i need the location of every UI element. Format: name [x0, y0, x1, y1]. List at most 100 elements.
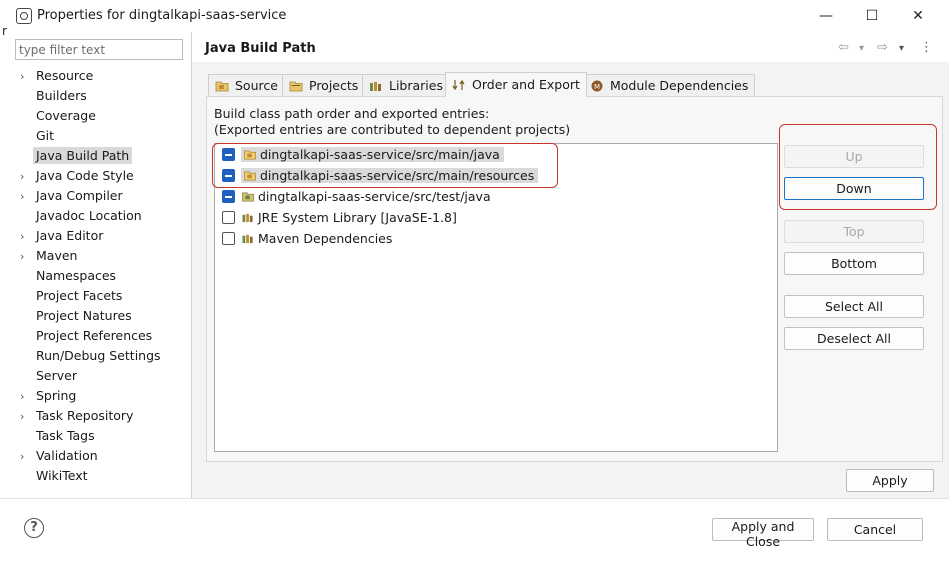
sidebar-item[interactable]: Project References — [20, 326, 180, 346]
entry-label: JRE System Library [JavaSE-1.8] — [258, 210, 457, 225]
cancel-button[interactable]: Cancel — [827, 518, 923, 541]
help-icon[interactable]: ? — [24, 518, 44, 538]
sidebar-item-label: Run/Debug Settings — [36, 348, 161, 363]
tab-module-dependencies[interactable]: M Module Dependencies — [583, 74, 756, 97]
view-menu-icon[interactable]: ⋮ — [920, 40, 933, 55]
down-button[interactable]: Down — [784, 177, 924, 200]
sidebar-item-label: Java Editor — [36, 228, 104, 243]
sidebar-item-label: Validation — [36, 448, 98, 463]
sidebar-item[interactable]: › Maven — [20, 246, 180, 266]
sidebar-item-label: Spring — [36, 388, 77, 403]
sidebar-item[interactable]: Project Natures — [20, 306, 180, 326]
export-checkbox[interactable] — [222, 190, 235, 203]
sidebar-item[interactable]: › Spring — [20, 386, 180, 406]
sidebar-item-label: Task Tags — [36, 428, 95, 443]
sidebar-item[interactable]: Project Facets — [20, 286, 180, 306]
source-folder-icon — [215, 81, 229, 92]
tab-order-and-export[interactable]: Order and Export — [445, 72, 587, 97]
projects-icon — [289, 81, 303, 92]
library-icon — [242, 234, 253, 244]
chevron-right-icon[interactable]: › — [20, 447, 36, 467]
tab-source[interactable]: Source — [208, 74, 285, 97]
deselect-all-button[interactable]: Deselect All — [784, 327, 924, 350]
tab-projects[interactable]: Projects — [282, 74, 366, 97]
entry-label-wrap: JRE System Library [JavaSE-1.8] — [241, 210, 457, 225]
sidebar-item-label: Server — [36, 368, 77, 383]
sidebar-item[interactable]: › Java Editor — [20, 226, 180, 246]
sidebar-item[interactable]: Coverage — [20, 106, 180, 126]
sidebar-item[interactable]: Task Tags — [20, 426, 180, 446]
annotation-highlight-entries — [212, 143, 558, 188]
sidebar-item[interactable]: WikiText — [20, 466, 180, 486]
sidebar-item[interactable]: › Java Compiler — [20, 186, 180, 206]
apply-and-close-button[interactable]: Apply and Close — [712, 518, 814, 549]
entry-label: dingtalkapi-saas-service/src/test/java — [258, 189, 491, 204]
close-window-button[interactable]: ✕ — [895, 0, 941, 32]
classpath-entry-row[interactable]: JRE System Library [JavaSE-1.8] — [222, 208, 457, 228]
select-all-button[interactable]: Select All — [784, 295, 924, 318]
sidebar-item[interactable]: Server — [20, 366, 180, 386]
library-icon — [242, 213, 253, 223]
sidebar-item[interactable]: Git — [20, 126, 180, 146]
chevron-right-icon[interactable]: › — [20, 227, 36, 247]
sidebar-item-label: Namespaces — [36, 268, 117, 283]
chevron-right-icon[interactable]: › — [20, 67, 36, 87]
sidebar-item[interactable]: Namespaces — [20, 266, 180, 286]
chevron-right-icon[interactable]: › — [20, 187, 36, 207]
sidebar-item-label: Git — [36, 128, 55, 143]
sidebar-item-label: Javadoc Location — [36, 208, 142, 223]
footer-divider — [0, 498, 949, 499]
sidebar-item-label: Project References — [36, 328, 153, 343]
maximize-icon: ☐ — [865, 8, 879, 24]
tab-label: Module Dependencies — [610, 78, 749, 93]
sidebar-item-label: Coverage — [36, 108, 96, 123]
entry-label: Maven Dependencies — [258, 231, 393, 246]
classpath-entry-row[interactable]: dingtalkapi-saas-service/src/test/java — [222, 187, 491, 207]
classpath-entry-row[interactable]: Maven Dependencies — [222, 229, 392, 249]
chevron-right-icon[interactable]: › — [20, 167, 36, 187]
up-button[interactable]: Up — [784, 145, 924, 168]
sidebar-item[interactable]: Builders — [20, 86, 180, 106]
sidebar-item[interactable]: › Java Code Style — [20, 166, 180, 186]
order-export-icon — [452, 79, 465, 91]
maximize-button[interactable]: ☐ — [849, 0, 895, 32]
top-button[interactable]: Top — [784, 220, 924, 243]
sidebar-item[interactable]: › Validation — [20, 446, 180, 466]
forward-arrow-icon[interactable]: ⇨ — [877, 40, 888, 55]
sidebar-item[interactable]: › Resource — [20, 66, 180, 86]
minimize-button[interactable]: — — [803, 0, 849, 32]
window-title: Properties for dingtalkapi-saas-service — [37, 8, 287, 23]
sidebar-item-label: Resource — [36, 68, 94, 83]
description-subtext: (Exported entries are contributed to dep… — [214, 122, 571, 137]
minimize-icon: — — [819, 8, 833, 24]
bottom-button[interactable]: Bottom — [784, 252, 924, 275]
chevron-right-icon[interactable]: › — [20, 407, 36, 427]
sidebar-item[interactable]: Javadoc Location — [20, 206, 180, 226]
tab-libraries[interactable]: Libraries — [362, 74, 450, 97]
tab-label: Projects — [309, 78, 359, 93]
sidebar-item-label: Maven — [36, 248, 78, 263]
apply-button[interactable]: Apply — [846, 469, 934, 492]
entry-label-wrap: dingtalkapi-saas-service/src/test/java — [241, 189, 491, 204]
chevron-right-icon[interactable]: › — [20, 247, 36, 267]
module-icon: M — [591, 80, 603, 92]
description-text: Build class path order and exported entr… — [214, 106, 490, 121]
svg-text:M: M — [594, 83, 600, 91]
export-checkbox[interactable] — [222, 211, 235, 224]
filter-input[interactable] — [15, 39, 183, 60]
chevron-right-icon[interactable]: › — [20, 387, 36, 407]
tab-label: Order and Export — [472, 77, 580, 92]
sidebar-item-label: Task Repository — [36, 408, 134, 423]
forward-menu-chevron-icon[interactable]: ▾ — [899, 43, 904, 54]
sidebar-item[interactable]: Run/Debug Settings — [20, 346, 180, 366]
stray-text: r — [2, 24, 7, 38]
sidebar-item[interactable]: › Task Repository — [20, 406, 180, 426]
export-checkbox[interactable] — [222, 232, 235, 245]
sidebar-item-label: Java Code Style — [36, 168, 134, 183]
sidebar-item-label: Project Natures — [36, 308, 132, 323]
close-icon: ✕ — [912, 8, 924, 24]
back-menu-chevron-icon[interactable]: ▾ — [859, 43, 864, 54]
test-source-folder-icon — [242, 192, 254, 202]
sidebar-item[interactable]: Java Build Path — [20, 146, 180, 166]
back-arrow-icon[interactable]: ⇦ — [838, 40, 849, 55]
